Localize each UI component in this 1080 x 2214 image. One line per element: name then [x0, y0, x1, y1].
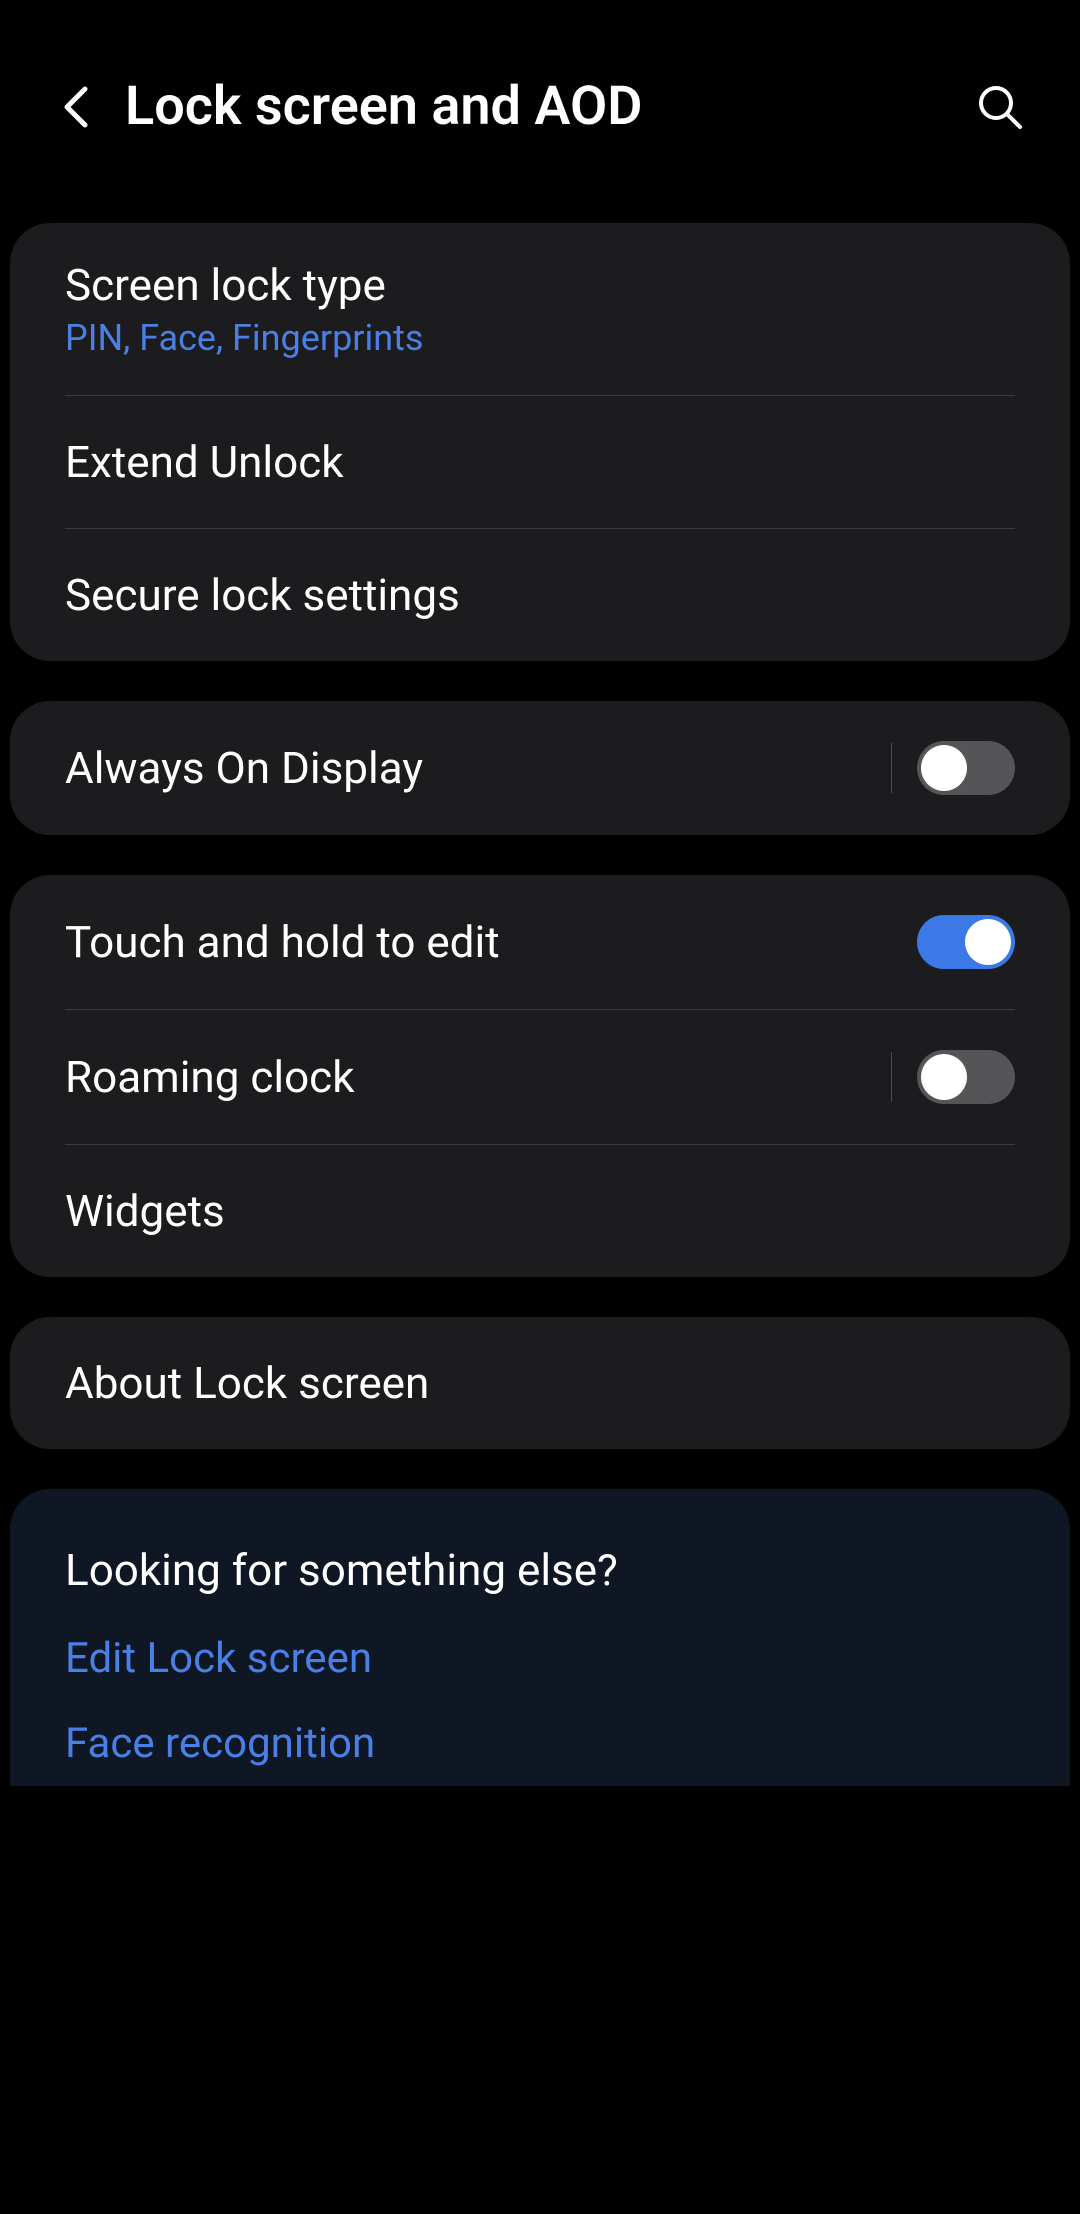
lock-settings-group: Screen lock type PIN, Face, Fingerprints…	[10, 223, 1070, 661]
vertical-divider	[891, 1052, 892, 1102]
item-title: About Lock screen	[65, 1357, 429, 1409]
item-title: Always On Display	[65, 742, 423, 794]
chevron-left-icon	[61, 85, 89, 129]
always-on-display-item[interactable]: Always On Display	[10, 701, 1070, 835]
roaming-clock-item[interactable]: Roaming clock	[10, 1010, 1070, 1144]
item-title: Widgets	[65, 1185, 225, 1237]
item-title: Screen lock type	[65, 259, 1015, 311]
toggle-knob	[921, 745, 967, 791]
touch-hold-edit-toggle[interactable]	[917, 915, 1015, 969]
extend-unlock-item[interactable]: Extend Unlock	[10, 396, 1070, 528]
back-button[interactable]	[55, 87, 95, 127]
item-title: Touch and hold to edit	[65, 916, 500, 968]
item-title: Roaming clock	[65, 1051, 355, 1103]
header: Lock screen and AOD	[0, 0, 1080, 178]
toggle-knob	[965, 919, 1011, 965]
about-group: About Lock screen	[10, 1317, 1070, 1449]
item-subtitle: PIN, Face, Fingerprints	[65, 317, 1015, 359]
edit-lock-screen-link[interactable]: Edit Lock screen	[10, 1616, 1070, 1701]
suggestions-card: Looking for something else? Edit Lock sc…	[10, 1489, 1070, 1786]
touch-hold-edit-item[interactable]: Touch and hold to edit	[10, 875, 1070, 1009]
search-icon	[976, 83, 1024, 131]
page-title: Lock screen and AOD	[125, 75, 945, 138]
search-button[interactable]	[975, 82, 1025, 132]
face-recognition-link[interactable]: Face recognition	[10, 1701, 1070, 1786]
secure-lock-settings-item[interactable]: Secure lock settings	[10, 529, 1070, 661]
item-title: Extend Unlock	[65, 436, 344, 488]
vertical-divider	[891, 743, 892, 793]
widgets-item[interactable]: Widgets	[10, 1145, 1070, 1277]
roaming-clock-toggle[interactable]	[917, 1050, 1015, 1104]
item-title: Secure lock settings	[65, 569, 460, 621]
suggestions-title: Looking for something else?	[10, 1489, 1070, 1616]
toggle-knob	[921, 1054, 967, 1100]
screen-lock-type-item[interactable]: Screen lock type PIN, Face, Fingerprints	[10, 223, 1070, 395]
about-lock-screen-item[interactable]: About Lock screen	[10, 1317, 1070, 1449]
always-on-display-toggle[interactable]	[917, 741, 1015, 795]
display-options-group: Touch and hold to edit Roaming clock Wid…	[10, 875, 1070, 1277]
aod-group: Always On Display	[10, 701, 1070, 835]
